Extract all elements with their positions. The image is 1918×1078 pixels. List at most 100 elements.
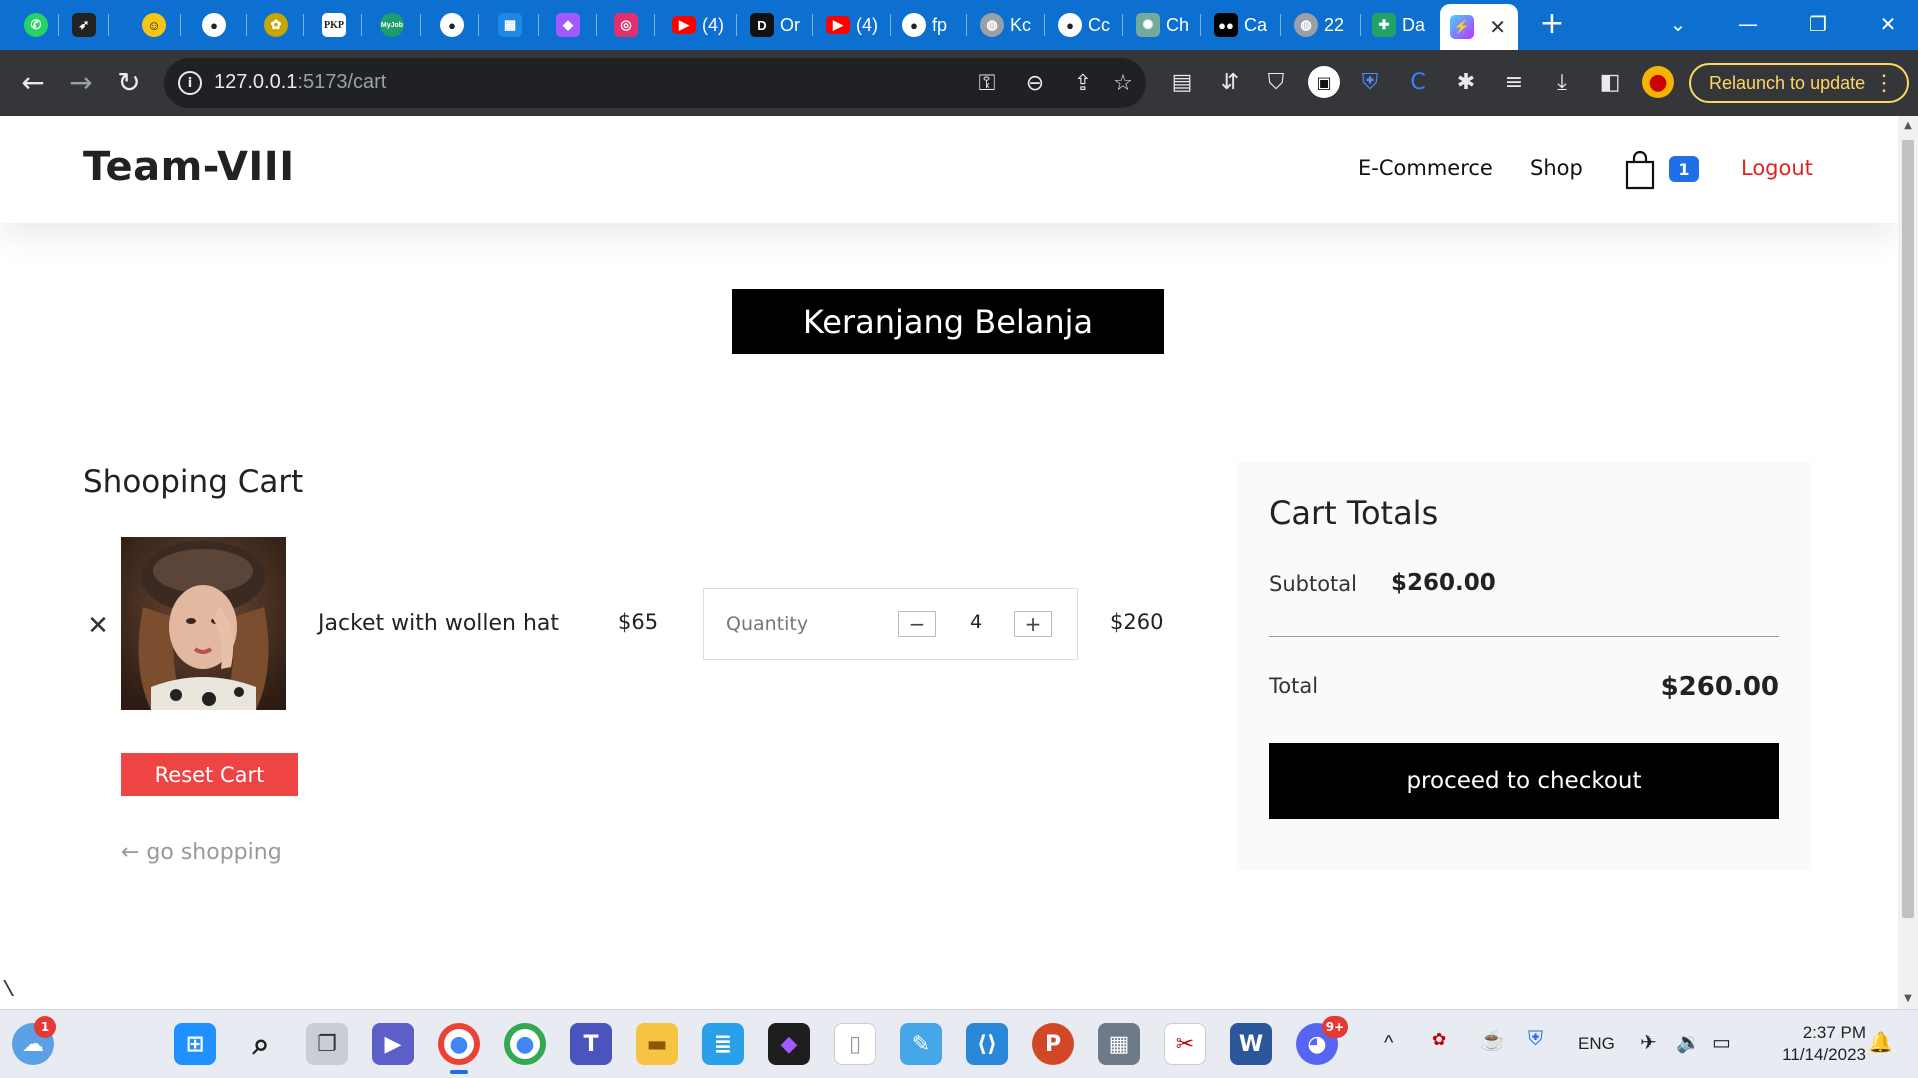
tab-globe-22[interactable]: ◍ 22: [1284, 8, 1358, 42]
teams-chat-icon[interactable]: ▶: [372, 1023, 414, 1065]
scroll-down-arrow-icon[interactable]: ▼: [1902, 993, 1914, 1005]
tab-myjob[interactable]: MyJob: [370, 8, 414, 42]
tab-pkp[interactable]: PKP: [312, 8, 356, 42]
language-indicator[interactable]: ENG: [1578, 1034, 1615, 1054]
blank-file-icon[interactable]: ▯: [834, 1023, 876, 1065]
tab-instagram[interactable]: ◎: [604, 8, 648, 42]
side-panel-icon[interactable]: ◧: [1594, 66, 1626, 98]
smiley-icon: ☺: [142, 13, 166, 37]
bitwarden-icon[interactable]: ⛨: [1354, 66, 1386, 98]
go-shopping-link[interactable]: ← go shopping: [121, 840, 282, 865]
logout-link[interactable]: Logout: [1741, 156, 1813, 180]
figma-icon[interactable]: ◆: [768, 1023, 810, 1065]
decrease-quantity-button[interactable]: −: [898, 611, 936, 637]
c-extension-icon[interactable]: C: [1402, 66, 1434, 98]
vscode-icon[interactable]: ⟨⟩: [966, 1023, 1008, 1065]
teams-icon[interactable]: T: [570, 1023, 612, 1065]
paint-icon[interactable]: ✎: [900, 1023, 942, 1065]
search-icon[interactable]: ⌕: [240, 1023, 282, 1065]
tab-youtube-2[interactable]: ▶ (4): [816, 8, 886, 42]
file-explorer-icon[interactable]: ▬: [636, 1023, 678, 1065]
address-bar[interactable]: i 127.0.0.1:5173/cart ⚿ ⊖ ⇪ ☆: [164, 58, 1146, 108]
chrome-profile-icon[interactable]: ●: [504, 1023, 546, 1065]
tab-kc[interactable]: ◍ Kc: [970, 8, 1040, 42]
forward-arrow-icon[interactable]: →: [64, 65, 98, 99]
start-windows-icon[interactable]: ⊞: [174, 1023, 216, 1065]
reset-cart-button[interactable]: Reset Cart: [121, 753, 298, 796]
chrome-icon[interactable]: ●: [438, 1023, 480, 1065]
tab-compass[interactable]: ➶: [62, 8, 106, 42]
tab-label: 22: [1324, 14, 1345, 35]
tab-youtube-1[interactable]: ▶ (4): [662, 8, 732, 42]
tab-label: (4): [856, 14, 878, 35]
zoom-icon[interactable]: ⊖: [1020, 68, 1050, 98]
network-icon[interactable]: ✈: [1640, 1030, 1657, 1055]
tray-java-icon[interactable]: ☕: [1480, 1028, 1505, 1053]
calculator-icon[interactable]: ▦: [1098, 1023, 1140, 1065]
share-icon[interactable]: ⇪: [1068, 68, 1098, 98]
scrollbar-thumb[interactable]: [1902, 140, 1914, 918]
tab-github-cc[interactable]: ● Cc: [1048, 8, 1118, 42]
close-window-icon[interactable]: ✕: [1860, 6, 1916, 42]
relaunch-to-update-button[interactable]: Relaunch to update ⋮: [1689, 63, 1909, 103]
tab-active-vite[interactable]: ⚡ ✕: [1440, 4, 1518, 50]
translate-icon[interactable]: ⇵: [1214, 66, 1246, 98]
tab-github-2[interactable]: ●: [430, 8, 474, 42]
quantity-label: Quantity: [726, 613, 809, 635]
line-total: $260: [1110, 610, 1164, 634]
tab-github-fp[interactable]: ● fp: [892, 8, 962, 42]
increase-quantity-button[interactable]: +: [1014, 611, 1052, 637]
notepad-icon[interactable]: ≣: [702, 1023, 744, 1065]
tab-whatsapp[interactable]: ✆: [14, 8, 54, 42]
more-menu-icon[interactable]: ⋮: [1873, 71, 1895, 95]
tab-emblem[interactable]: ✿: [254, 8, 298, 42]
screenshot-extension-icon[interactable]: ▣: [1308, 66, 1340, 98]
reload-icon[interactable]: ↻: [112, 65, 146, 99]
minimize-icon[interactable]: —: [1720, 6, 1776, 42]
page-scrollbar[interactable]: ▲ ▼: [1898, 116, 1918, 1009]
system-clock[interactable]: 2:37 PM 11/14/2023: [1756, 1022, 1866, 1066]
youtube-icon: ▶: [672, 16, 696, 34]
bookmark-star-icon[interactable]: ☆: [1108, 68, 1138, 98]
close-tab-icon[interactable]: ✕: [1489, 15, 1506, 40]
tab-github-1[interactable]: ●: [192, 8, 236, 42]
new-tab-button[interactable]: +: [1536, 9, 1568, 41]
download-icon[interactable]: ⤓: [1546, 66, 1578, 98]
tray-overflow-chevron-icon[interactable]: ^: [1384, 1032, 1393, 1055]
notification-bell-icon[interactable]: 🔔: [1868, 1030, 1893, 1055]
key-icon[interactable]: ⚿: [972, 68, 1002, 98]
snipping-tool-icon[interactable]: ✂: [1164, 1023, 1206, 1065]
tab-figma[interactable]: ◆: [546, 8, 590, 42]
shield-extension-icon[interactable]: ⛉: [1260, 66, 1292, 98]
back-arrow-icon[interactable]: ←: [16, 65, 50, 99]
volume-icon[interactable]: 🔉: [1676, 1030, 1701, 1055]
word-icon[interactable]: W: [1230, 1023, 1272, 1065]
tab-chatgpt[interactable]: ✺ Ch: [1126, 8, 1196, 42]
tab-search-chevron-icon[interactable]: ⌄: [1650, 6, 1706, 42]
powerpoint-icon[interactable]: P: [1032, 1023, 1074, 1065]
tab-medium[interactable]: ●● Ca: [1204, 8, 1274, 42]
battery-icon[interactable]: ▭: [1712, 1030, 1731, 1055]
tab-smiley[interactable]: ☺: [132, 8, 176, 42]
url-text[interactable]: 127.0.0.1:5173/cart: [214, 71, 386, 94]
product-name[interactable]: Jacket with wollen hat: [318, 611, 559, 636]
restore-icon[interactable]: ❐: [1790, 6, 1846, 42]
tab-da[interactable]: ✚ Da: [1362, 8, 1436, 42]
site-info-icon[interactable]: i: [178, 71, 202, 95]
document-icon[interactable]: ▤: [1166, 66, 1198, 98]
site-brand[interactable]: Team-VIII: [83, 144, 295, 190]
media-list-icon[interactable]: ≡: [1498, 66, 1530, 98]
scroll-up-arrow-icon[interactable]: ▲: [1902, 120, 1914, 132]
shopping-bag-icon[interactable]: [1624, 150, 1656, 190]
extensions-puzzle-icon[interactable]: ✱: [1450, 66, 1482, 98]
tab-calendar[interactable]: ▦: [488, 8, 532, 42]
nav-link-ecommerce[interactable]: E-Commerce: [1358, 156, 1493, 180]
task-view-icon[interactable]: ❐: [306, 1023, 348, 1065]
nav-link-shop[interactable]: Shop: [1530, 156, 1583, 180]
proceed-to-checkout-button[interactable]: proceed to checkout: [1269, 743, 1779, 819]
remove-item-close-icon[interactable]: ✕: [86, 613, 110, 639]
profile-avatar-icon[interactable]: ●: [1642, 66, 1674, 98]
tray-security-icon[interactable]: ⛨: [1528, 1028, 1543, 1051]
tray-color-app-icon[interactable]: ✿: [1432, 1030, 1446, 1050]
tab-d[interactable]: D Or: [740, 8, 808, 42]
